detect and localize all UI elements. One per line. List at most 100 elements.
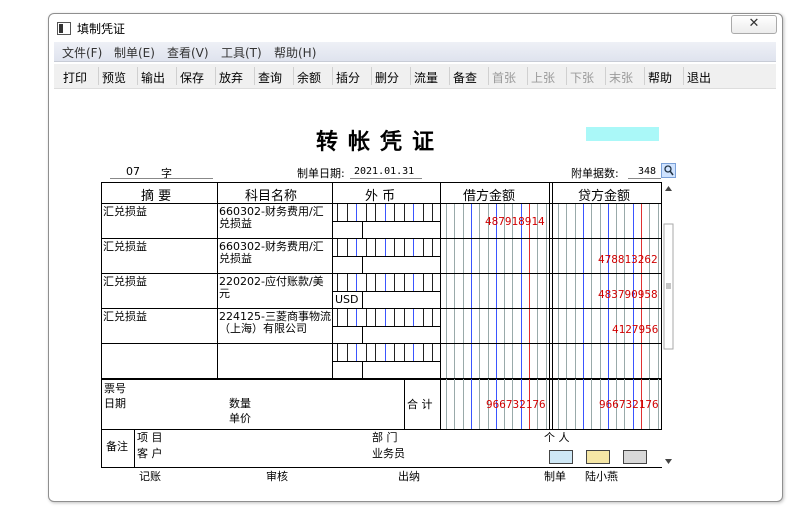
credit-digit-line xyxy=(649,204,650,238)
row-divider xyxy=(101,238,662,239)
debit-digit-line xyxy=(504,239,505,273)
footer-top xyxy=(101,379,662,380)
menu-file[interactable]: 文件(F) xyxy=(62,44,102,61)
currency-tick xyxy=(347,344,348,361)
debit-digit-line xyxy=(504,274,505,308)
toolbar-cashflow-button[interactable]: 流量 xyxy=(414,69,438,86)
debit-digit-line xyxy=(521,344,522,378)
currency-subcol xyxy=(362,291,363,309)
toolbar-delete-entry-button[interactable]: 删分 xyxy=(375,69,399,86)
currency-tick xyxy=(404,274,405,291)
toolbar-separator xyxy=(488,67,489,85)
debit-digit-line xyxy=(512,309,513,343)
vertical-scrollbar[interactable] xyxy=(663,182,674,468)
currency-tick xyxy=(404,309,405,326)
toolbar-save-button[interactable]: 保存 xyxy=(180,69,204,86)
toolbar-separator xyxy=(449,67,450,85)
tool-icon[interactable] xyxy=(623,450,647,464)
close-button[interactable]: ✕ xyxy=(731,15,777,34)
toolbar-preview-button[interactable]: 预览 xyxy=(102,69,126,86)
menu-help[interactable]: 帮助(H) xyxy=(274,44,316,61)
currency-tick xyxy=(366,344,367,361)
debit-digit-line xyxy=(454,204,455,238)
toolbar-separator xyxy=(644,67,645,85)
row-summary: 汇兑损益 xyxy=(103,240,147,253)
debit-digit-line xyxy=(463,204,464,238)
debit-digit-line xyxy=(463,274,464,308)
toolbar-prev-button[interactable]: 上张 xyxy=(531,69,555,86)
currency-tick xyxy=(423,204,424,221)
menu-edit[interactable]: 制单(E) xyxy=(114,44,155,61)
debit-digit-line xyxy=(471,344,472,378)
header-credit: 贷方金额 xyxy=(578,189,631,204)
currency-tick xyxy=(375,239,376,256)
card-icon[interactable] xyxy=(549,450,573,464)
toolbar-last-button[interactable]: 末张 xyxy=(609,69,633,86)
toolbar-first-button[interactable]: 首张 xyxy=(492,69,516,86)
currency-subcol xyxy=(362,326,363,344)
currency-tick xyxy=(413,344,414,361)
currency-tick xyxy=(413,204,414,221)
toolbar-separator xyxy=(410,67,411,85)
search-icon[interactable] xyxy=(661,163,676,178)
toolbar-balance-button[interactable]: 余额 xyxy=(297,69,321,86)
bookkeeper-label: 记账 xyxy=(139,470,161,483)
currency-subline xyxy=(332,256,441,257)
voucher-number[interactable]: 07 xyxy=(126,165,140,178)
folder-icon[interactable] xyxy=(586,450,610,464)
grid-right xyxy=(661,182,662,429)
attach-count[interactable]: 348 xyxy=(638,166,656,177)
grid-top xyxy=(101,182,662,183)
remark-label-divider xyxy=(134,429,135,468)
debit-digit-line xyxy=(546,274,547,308)
maker-name: 陆小燕 xyxy=(585,470,618,483)
toolbar-query-button[interactable]: 查询 xyxy=(258,69,282,86)
credit-digit-line xyxy=(641,204,642,238)
toolbar-next-button[interactable]: 下张 xyxy=(570,69,594,86)
currency-tick xyxy=(385,239,386,256)
debit-digit-line xyxy=(446,309,447,343)
toolbar-insert-entry-button[interactable]: 插分 xyxy=(336,69,360,86)
debit-digit-line xyxy=(479,309,480,343)
row-debit-amount: 487918914 xyxy=(485,215,545,228)
debit-digit-line xyxy=(546,344,547,378)
credit-digit-line xyxy=(558,344,559,378)
footer-total-divider xyxy=(404,379,405,429)
credit-digit-line xyxy=(624,344,625,378)
debit-digit-line xyxy=(512,344,513,378)
header-debit: 借方金额 xyxy=(463,189,516,204)
toolbar-export-button[interactable]: 输出 xyxy=(141,69,165,86)
row-divider xyxy=(101,308,662,309)
debit-digit-line xyxy=(504,309,505,343)
debit-digit-line xyxy=(454,344,455,378)
credit-digit-line xyxy=(583,379,584,429)
credit-digit-line xyxy=(558,274,559,308)
currency-tick xyxy=(394,309,395,326)
credit-digit-line xyxy=(583,344,584,378)
toolbar-print-button[interactable]: 打印 xyxy=(63,69,87,86)
header-summary: 摘 要 xyxy=(141,189,172,204)
toolbar-discard-button[interactable]: 放弃 xyxy=(219,69,243,86)
debit-digit-line xyxy=(521,309,522,343)
currency-tick xyxy=(385,309,386,326)
credit-total: 966732176 xyxy=(599,398,659,411)
debit-digit-line xyxy=(512,239,513,273)
row-account: 660302-财务费用/汇兑损益 xyxy=(219,205,324,230)
currency-tick xyxy=(375,274,376,291)
menu-view[interactable]: 查看(V) xyxy=(167,44,209,61)
app-icon xyxy=(57,22,71,35)
credit-digit-line xyxy=(633,344,634,378)
toolbar-separator xyxy=(332,67,333,85)
debit-digit-line xyxy=(471,379,472,429)
menu-tools[interactable]: 工具(T) xyxy=(221,44,262,61)
currency-tick xyxy=(366,309,367,326)
currency-tick xyxy=(413,309,414,326)
toolbar-exit-button[interactable]: 退出 xyxy=(687,69,711,86)
currency-tick xyxy=(337,204,338,221)
unit-price-label: 单价 xyxy=(229,412,251,425)
toolbar-memo-button[interactable]: 备查 xyxy=(453,69,477,86)
debit-digit-line xyxy=(529,239,530,273)
toolbar-help-button[interactable]: 帮助 xyxy=(648,69,672,86)
debit-digit-line xyxy=(479,274,480,308)
voucher-date[interactable]: 2021.01.31 xyxy=(354,166,414,177)
